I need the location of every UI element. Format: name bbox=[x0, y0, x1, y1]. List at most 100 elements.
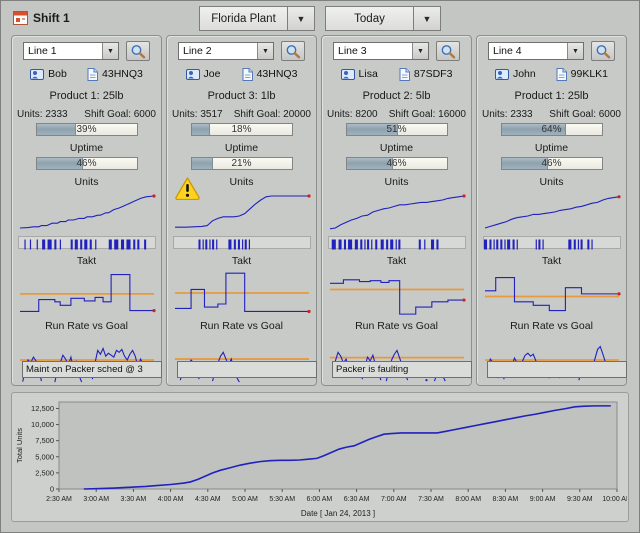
shift-progress-bar: 51% bbox=[345, 123, 448, 136]
svg-text:7,500: 7,500 bbox=[35, 436, 54, 445]
date-dropdown-value[interactable]: Today bbox=[325, 6, 413, 31]
svg-text:6:00 AM: 6:00 AM bbox=[307, 496, 333, 503]
header: Shift 1 Florida Plant ▼ Today ▼ bbox=[1, 1, 639, 35]
line-panels: Line 1 ▼ Bob 43HNQ3 Product 1: 25lb Unit… bbox=[11, 35, 629, 386]
svg-text:0: 0 bbox=[50, 485, 54, 494]
line-panel-4: Line 4 ▼ John 99KLK1 Product 1: 25lb Uni… bbox=[476, 35, 627, 386]
total-units-chart: 0 2,500 5,000 7,500 10,000 12,500 2:30 AM 3:00 … bbox=[15, 401, 627, 518]
line-zoom-button[interactable] bbox=[281, 41, 305, 61]
line-select-arrow-icon[interactable]: ▼ bbox=[257, 43, 273, 59]
line-select-value[interactable]: Line 4 bbox=[489, 45, 567, 57]
shift-progress-bar: 39% bbox=[35, 123, 138, 136]
product-label: Product 3: 1lb bbox=[207, 90, 276, 102]
plant-dropdown-arrow-icon[interactable]: ▼ bbox=[287, 6, 315, 31]
line-select-arrow-icon[interactable]: ▼ bbox=[102, 43, 118, 59]
badge-group: 43HNQ3 bbox=[87, 67, 143, 81]
svg-text:10,000: 10,000 bbox=[31, 420, 54, 429]
document-icon bbox=[556, 67, 567, 81]
note-input[interactable] bbox=[332, 361, 472, 378]
magnifier-icon bbox=[441, 44, 456, 58]
shift-goal-label: Shift Goal: 6000 bbox=[549, 109, 621, 120]
units-count-label: Units: 3517 bbox=[172, 109, 223, 120]
takt-label: Takt bbox=[76, 255, 97, 267]
svg-text:Total Units: Total Units bbox=[15, 428, 24, 463]
svg-text:12,500: 12,500 bbox=[31, 404, 54, 413]
uptime-label: Uptime bbox=[69, 142, 104, 154]
line-select[interactable]: Line 3 ▼ bbox=[333, 42, 429, 60]
operator-name: Bob bbox=[48, 68, 67, 80]
takt-strip bbox=[482, 236, 621, 250]
takt-step-chart bbox=[19, 273, 156, 313]
uptime-label: Uptime bbox=[224, 142, 259, 154]
line-select-value[interactable]: Line 3 bbox=[334, 45, 412, 57]
svg-text:5:30 AM: 5:30 AM bbox=[269, 496, 295, 503]
line-zoom-button[interactable] bbox=[436, 41, 460, 61]
takt-label: Takt bbox=[386, 255, 407, 267]
product-label: Product 1: 25lb bbox=[49, 90, 124, 102]
badge-group: 99KLK1 bbox=[556, 67, 608, 81]
operator-group: Lisa bbox=[340, 68, 378, 80]
svg-text:8:30 AM: 8:30 AM bbox=[493, 496, 519, 503]
operator-group: John bbox=[494, 68, 536, 80]
line-panel-3: Line 3 ▼ Lisa 87SDF3 Product 2: 5lb Unit… bbox=[321, 35, 472, 386]
note-input[interactable] bbox=[487, 361, 627, 378]
date-dropdown[interactable]: Today ▼ bbox=[325, 6, 441, 31]
takt-strip bbox=[17, 236, 156, 250]
note-input[interactable] bbox=[22, 361, 162, 378]
svg-text:4:00 AM: 4:00 AM bbox=[158, 496, 184, 503]
warning-icon bbox=[174, 176, 201, 205]
operator-name: John bbox=[512, 68, 536, 80]
document-icon bbox=[242, 67, 253, 81]
uptime-bar: 46% bbox=[345, 157, 448, 170]
svg-text:Date [ Jan 24, 2013 ]: Date [ Jan 24, 2013 ] bbox=[301, 509, 375, 518]
takt-strip bbox=[172, 236, 311, 250]
line-select[interactable]: Line 1 ▼ bbox=[23, 42, 119, 60]
badge-id: 43HNQ3 bbox=[102, 68, 143, 80]
shift-progress-percent: 18% bbox=[231, 124, 252, 135]
svg-text:2:30 AM: 2:30 AM bbox=[46, 496, 72, 503]
uptime-label: Uptime bbox=[379, 142, 414, 154]
svg-text:7:30 AM: 7:30 AM bbox=[418, 496, 444, 503]
total-units-panel: 0 2,500 5,000 7,500 10,000 12,500 2:30 AM 3:00 … bbox=[11, 392, 629, 522]
date-dropdown-arrow-icon[interactable]: ▼ bbox=[413, 6, 441, 31]
line-select-value[interactable]: Line 1 bbox=[24, 45, 102, 57]
operator-icon bbox=[30, 69, 45, 80]
dashboard-window: Shift 1 Florida Plant ▼ Today ▼ Line 1 ▼ bbox=[0, 0, 640, 533]
line-select-value[interactable]: Line 2 bbox=[179, 45, 257, 57]
svg-text:5:00 AM: 5:00 AM bbox=[232, 496, 258, 503]
takt-label: Takt bbox=[541, 255, 562, 267]
line-panel-1: Line 1 ▼ Bob 43HNQ3 Product 1: 25lb Unit… bbox=[11, 35, 162, 386]
plant-dropdown-value[interactable]: Florida Plant bbox=[199, 6, 287, 31]
line-select-arrow-icon[interactable]: ▼ bbox=[412, 43, 428, 59]
shift-progress-bar: 64% bbox=[500, 123, 603, 136]
uptime-percent: 46% bbox=[541, 158, 562, 169]
takt-barcode bbox=[23, 239, 146, 250]
line-zoom-button[interactable] bbox=[591, 41, 615, 61]
operator-name: Lisa bbox=[358, 68, 378, 80]
units-count-label: Units: 8200 bbox=[327, 109, 378, 120]
badge-id: 87SDF3 bbox=[413, 68, 453, 80]
takt-step-chart bbox=[329, 279, 466, 315]
units-chart-label: Units bbox=[539, 176, 564, 188]
shift-progress-bar: 18% bbox=[190, 123, 293, 136]
operator-icon bbox=[340, 69, 355, 80]
line-panel-2: Line 2 ▼ Joe 43HNQ3 Product 3: 1lb Units… bbox=[166, 35, 317, 386]
units-count-label: Units: 2333 bbox=[17, 109, 68, 120]
line-select-arrow-icon[interactable]: ▼ bbox=[567, 43, 583, 59]
plant-dropdown[interactable]: Florida Plant ▼ bbox=[199, 6, 315, 31]
uptime-percent: 46% bbox=[386, 158, 407, 169]
uptime-bar: 21% bbox=[190, 157, 293, 170]
shift-icon bbox=[13, 11, 28, 25]
note-input[interactable] bbox=[177, 361, 317, 378]
line-select[interactable]: Line 2 ▼ bbox=[178, 42, 274, 60]
svg-text:7:00 AM: 7:00 AM bbox=[381, 496, 407, 503]
uptime-bar: 46% bbox=[35, 157, 138, 170]
runrate-label: Run Rate vs Goal bbox=[200, 320, 283, 332]
line-select[interactable]: Line 4 ▼ bbox=[488, 42, 584, 60]
uptime-label: Uptime bbox=[534, 142, 569, 154]
operator-name: Joe bbox=[203, 68, 221, 80]
units-sparkline bbox=[19, 194, 156, 229]
units-chart-label: Units bbox=[74, 176, 99, 188]
uptime-percent: 21% bbox=[231, 158, 252, 169]
line-zoom-button[interactable] bbox=[126, 41, 150, 61]
